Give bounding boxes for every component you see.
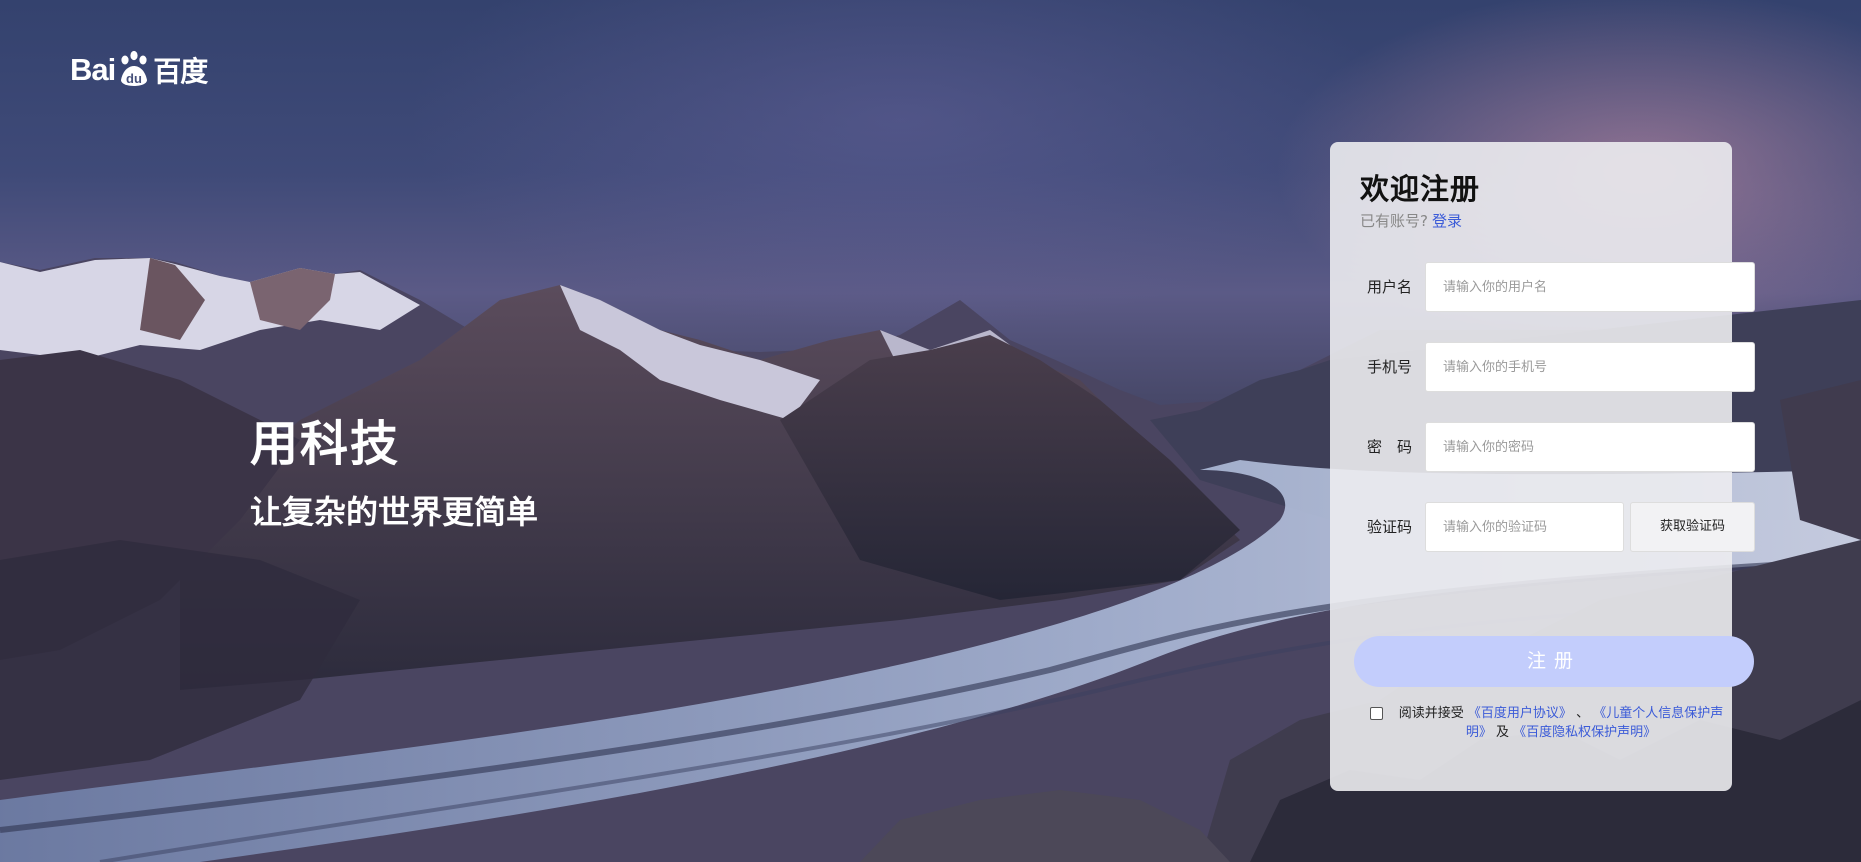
code-input[interactable] xyxy=(1425,502,1624,552)
get-code-button[interactable]: 获取验证码 xyxy=(1630,502,1755,552)
username-label: 用户名 xyxy=(1366,278,1412,296)
phone-label: 手机号 xyxy=(1366,358,1412,376)
have-account-line: 已有账号? 登录 xyxy=(1360,210,1462,231)
baidu-paw-icon: du xyxy=(121,50,148,86)
agreement-separator: 、 xyxy=(1576,706,1590,721)
phone-row: 手机号 xyxy=(1330,342,1755,392)
register-page: Bai du 百度 用科技 让复杂的世界更简单 欢迎注册 已有账号? 登录 用户名… xyxy=(0,0,1861,862)
username-input[interactable] xyxy=(1425,262,1755,312)
password-label: 密 码 xyxy=(1366,438,1412,456)
register-submit-button[interactable]: 注册 xyxy=(1354,636,1754,687)
password-row: 密 码 xyxy=(1330,422,1755,472)
code-row: 验证码 获取验证码 xyxy=(1330,502,1755,552)
password-input[interactable] xyxy=(1425,422,1755,472)
agreement-prefix: 阅读并接受 xyxy=(1398,706,1464,721)
agreement: 阅读并接受 《百度用户协议》 、 《儿童个人信息保护声明》 及 《百度隐私权保护… xyxy=(1370,704,1730,742)
have-account-text: 已有账号? xyxy=(1360,212,1428,230)
logo-cn-text: 百度 xyxy=(153,55,208,88)
code-label: 验证码 xyxy=(1366,518,1412,536)
agreement-and: 及 xyxy=(1495,725,1509,740)
user-agreement-link[interactable]: 《百度用户协议》 xyxy=(1468,706,1572,721)
slogan: 用科技 让复杂的世界更简单 xyxy=(250,416,538,532)
login-link[interactable]: 登录 xyxy=(1432,212,1462,230)
username-row: 用户名 xyxy=(1330,262,1755,312)
agreement-text: 阅读并接受 《百度用户协议》 、 《儿童个人信息保护声明》 及 《百度隐私权保护… xyxy=(1392,704,1730,742)
register-title: 欢迎注册 xyxy=(1360,172,1481,206)
agreement-checkbox[interactable] xyxy=(1370,707,1383,720)
baidu-logo[interactable]: Bai du 百度 xyxy=(70,50,208,90)
privacy-policy-link[interactable]: 《百度隐私权保护声明》 xyxy=(1513,725,1656,740)
register-panel: 欢迎注册 已有账号?登录 用户名 手机号 密 码 验证码 获取验证码 注册 阅读… xyxy=(1330,142,1755,791)
logo-paw-text: du xyxy=(126,71,142,86)
phone-input[interactable] xyxy=(1425,342,1755,392)
slogan-title: 用科技 xyxy=(250,416,401,472)
logo-text: Bai xyxy=(70,52,116,87)
slogan-subtitle: 让复杂的世界更简单 xyxy=(250,493,539,531)
